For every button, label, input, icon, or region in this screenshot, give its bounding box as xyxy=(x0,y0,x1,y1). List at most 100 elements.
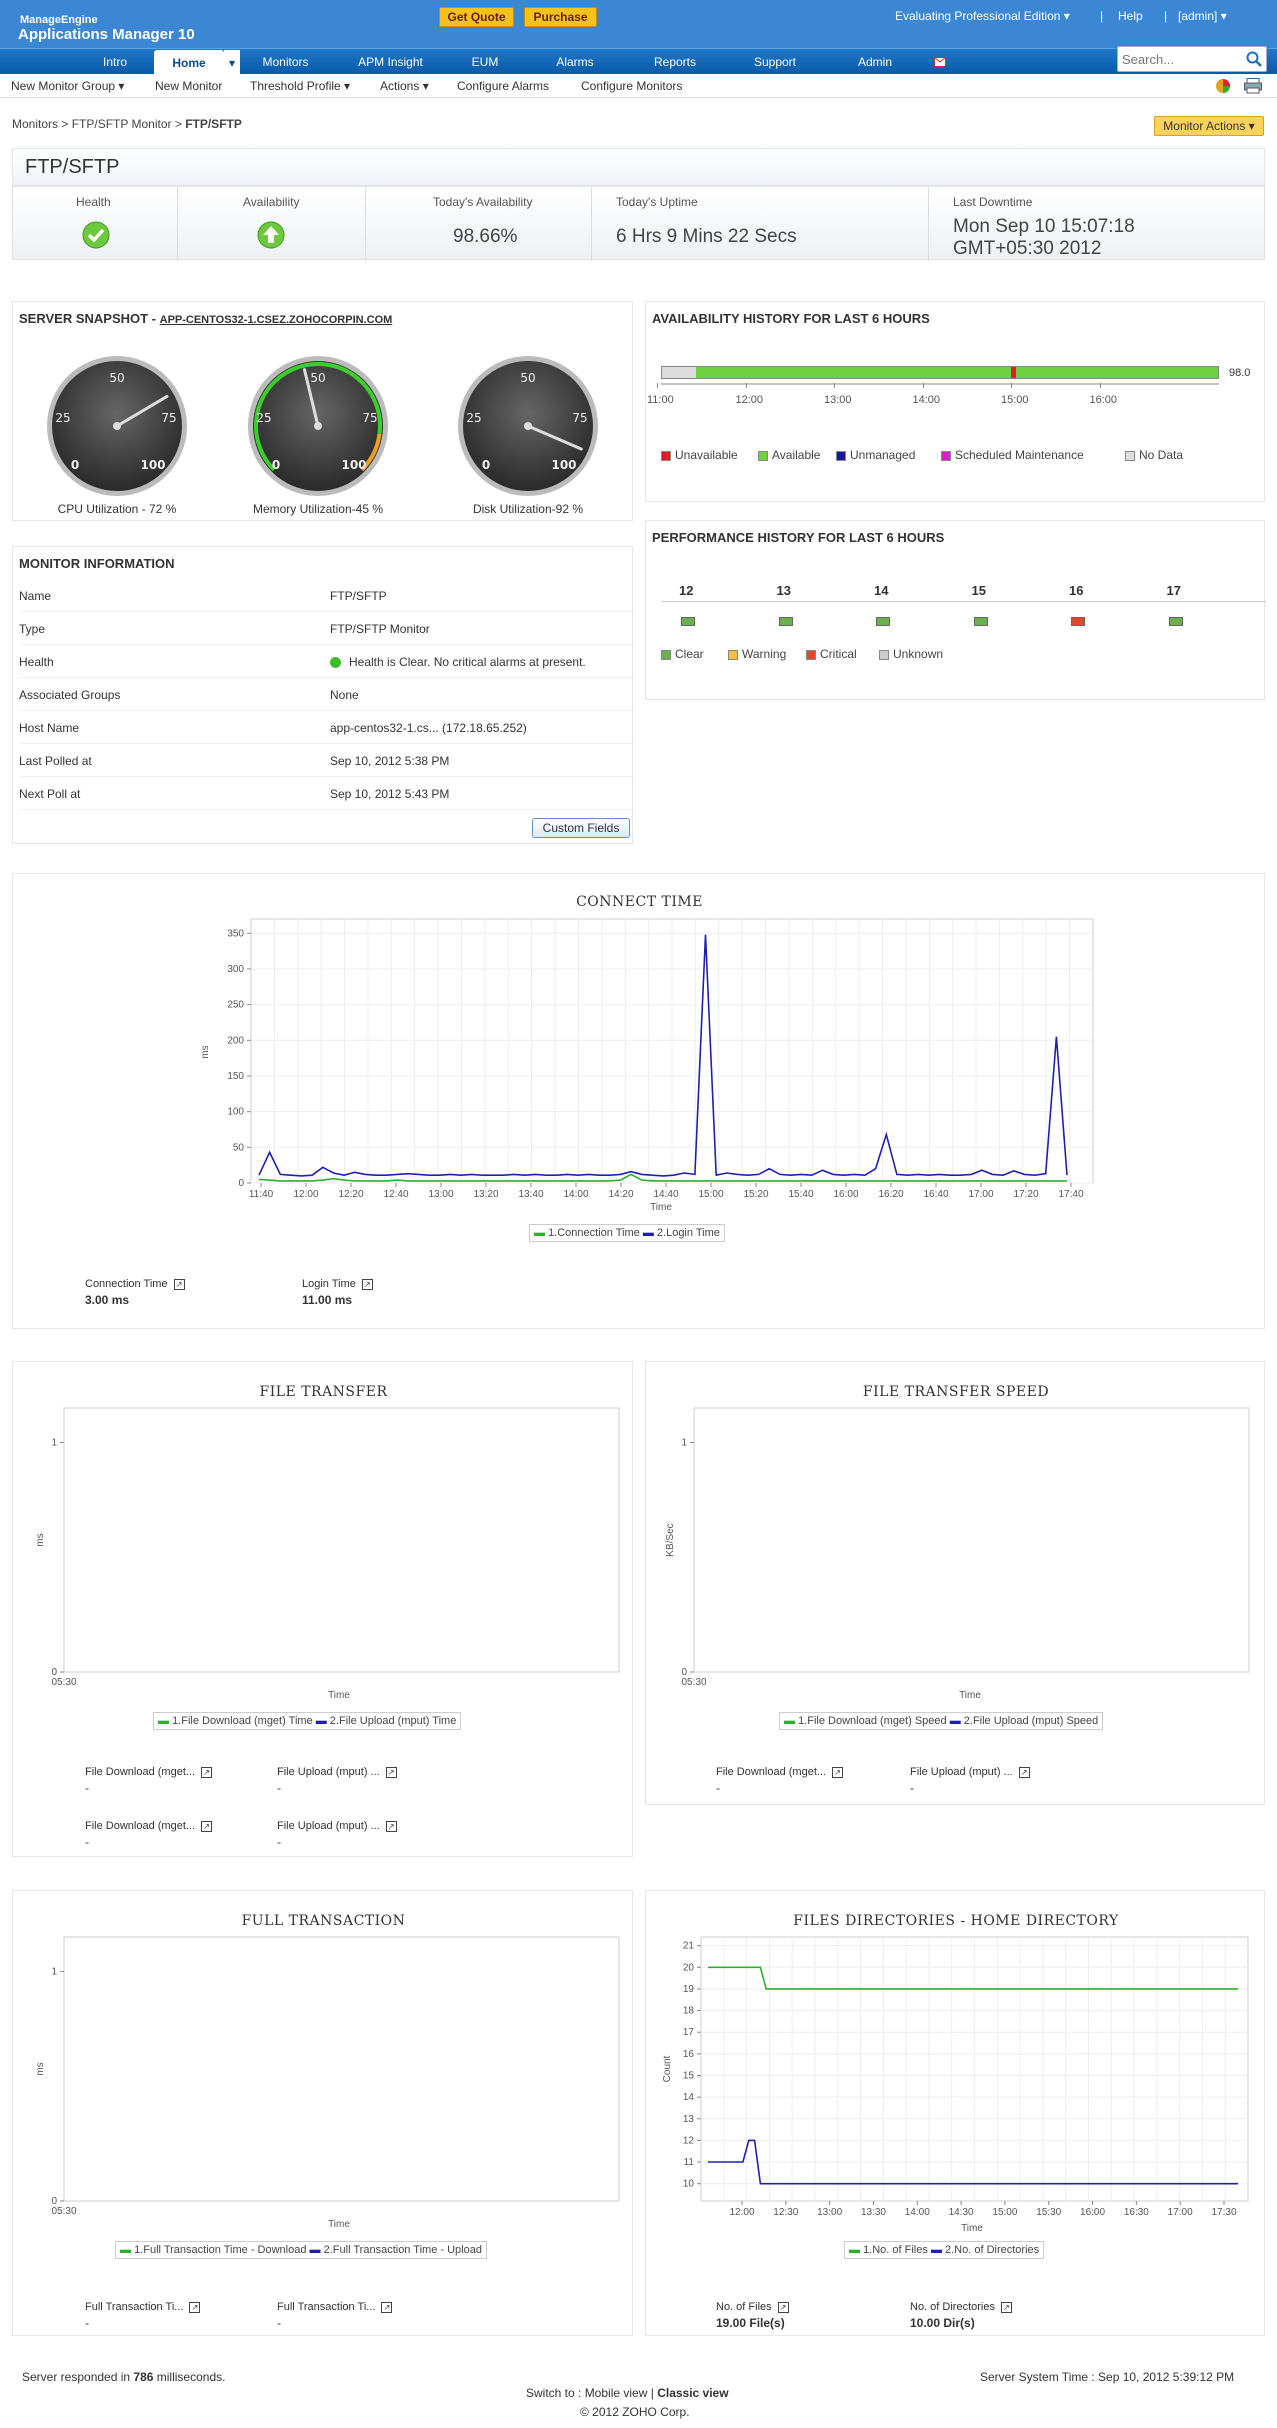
brand-logo[interactable]: Applications Manager 10 xyxy=(18,26,195,43)
connection-time-metric: Connection Time ↗ 3.00 ms xyxy=(85,1278,185,1307)
nav-admin[interactable]: Admin xyxy=(840,49,910,75)
get-quote-button[interactable]: Get Quote xyxy=(439,7,514,27)
y-tick-label: 300 xyxy=(227,964,244,975)
legend-item[interactable]: 2.Login Time xyxy=(657,1227,720,1239)
legend-item[interactable]: 2.File Upload (mput) Speed xyxy=(964,1715,1099,1727)
popup-icon[interactable]: ↗ xyxy=(777,2301,789,2313)
legend-item[interactable]: 2.File Upload (mput) Time xyxy=(330,1715,457,1727)
x-tick-label: 15:20 xyxy=(743,1189,768,1200)
x-tick-label: 14:00 xyxy=(563,1189,588,1200)
breadcrumb-monitors[interactable]: Monitors xyxy=(12,117,58,131)
search-icon[interactable] xyxy=(1246,51,1262,67)
connect-time-chart[interactable]: 0 50 100 150 200 250 300 350 11:40 12:00 12:20 12:4… xyxy=(13,874,1266,1330)
popup-icon[interactable]: ↗ xyxy=(201,1766,213,1778)
user-menu[interactable]: [admin] ▾ xyxy=(1178,9,1227,23)
gauge-tick-label: 100 xyxy=(551,458,576,472)
full-transaction-chart[interactable]: 0105:30Timems xyxy=(13,1891,634,2231)
popup-icon[interactable]: ↗ xyxy=(189,2301,201,2313)
nav-reports[interactable]: Reports xyxy=(635,49,715,75)
legend-item[interactable]: 1.Full Transaction Time - Download xyxy=(134,2244,306,2256)
threshold-profile-menu[interactable]: Threshold Profile ▾ xyxy=(250,79,350,93)
popup-icon[interactable]: ↗ xyxy=(173,1278,185,1290)
monitor-actions-button[interactable]: Monitor Actions ▾ xyxy=(1154,116,1264,136)
nav-eum[interactable]: EUM xyxy=(455,49,515,75)
performance-status-cell[interactable] xyxy=(778,617,793,626)
legend-item[interactable]: 2.Full Transaction Time - Upload xyxy=(324,2244,482,2256)
legend-item[interactable]: 1.No. of Files xyxy=(863,2244,928,2256)
nav-support[interactable]: Support xyxy=(735,49,815,75)
info-row: Type FTP/SFTP Monitor xyxy=(19,612,634,645)
popup-icon[interactable]: ↗ xyxy=(832,1766,844,1778)
help-link[interactable]: Help xyxy=(1118,9,1143,23)
popup-icon[interactable]: ↗ xyxy=(381,2301,393,2313)
legend-item[interactable]: 1.File Download (mget) Speed xyxy=(798,1715,947,1727)
new-monitor-group-menu[interactable]: New Monitor Group ▾ xyxy=(11,79,124,93)
performance-status-cell[interactable] xyxy=(681,617,695,626)
file-download-metric: File Download (mget... ↗ - xyxy=(85,1766,213,1795)
mobile-view-link[interactable]: Mobile view xyxy=(585,2386,648,2400)
page-title-bar: FTP/SFTP xyxy=(12,148,1265,186)
nav-home-dropdown-icon[interactable]: ▾ xyxy=(224,50,240,76)
metric-label: Login Time xyxy=(302,1278,356,1290)
performance-status-cell[interactable] xyxy=(973,617,988,626)
popup-icon[interactable]: ↗ xyxy=(385,1766,397,1778)
legend-item[interactable]: 1.File Download (mget) Time xyxy=(172,1715,313,1727)
legend-line-icon: ▬ xyxy=(120,2244,131,2256)
gauge-dial: 0 25 50 75 100 xyxy=(458,356,598,496)
gauge-tick-label: 0 xyxy=(71,458,79,472)
popup-icon[interactable]: ↗ xyxy=(1000,2301,1012,2313)
file-transfer-chart[interactable]: 0105:30Timems xyxy=(13,1362,634,1702)
actions-menu[interactable]: Actions ▾ xyxy=(380,79,429,93)
uptime-value: 6 Hrs 9 Mins 22 Secs xyxy=(616,226,797,247)
info-row: Associated Groups None xyxy=(19,678,634,711)
popup-icon[interactable]: ↗ xyxy=(385,1820,397,1832)
nav-home[interactable]: Home xyxy=(154,50,224,76)
connect-time-legend: ▬ 1.Connection Time ▬ 2.Login Time xyxy=(529,1224,725,1242)
metric-label: No. of Directories xyxy=(910,2301,995,2313)
legend-swatch xyxy=(728,649,738,660)
files-directories-chart[interactable]: 10 11 12 13 14 15 16 17 18 19 20 21 12:00 12:30 13:00 1… xyxy=(646,1891,1266,2231)
search-box xyxy=(1117,46,1267,72)
x-tick-label: 13:40 xyxy=(518,1189,543,1200)
legend-line-icon: ▬ xyxy=(534,1227,545,1239)
custom-fields-button[interactable]: Custom Fields xyxy=(532,818,630,838)
info-key: Type xyxy=(19,622,46,636)
gauge-label: CPU Utilization - 72 % xyxy=(57,502,177,516)
nav-alarms[interactable]: Alarms xyxy=(540,49,610,75)
y-tick-label: 15 xyxy=(683,2070,695,2081)
popup-icon[interactable]: ↗ xyxy=(1018,1766,1030,1778)
availability-legend-item: Unmanaged xyxy=(836,448,915,462)
nav-monitors[interactable]: Monitors xyxy=(248,49,323,75)
edition-menu[interactable]: Evaluating Professional Edition ▾ xyxy=(895,9,1070,23)
print-icon[interactable] xyxy=(1244,78,1262,94)
y-tick-label: 16 xyxy=(683,2049,695,2060)
availability-time-label: 14:00 xyxy=(912,394,941,406)
sub-nav: New Monitor Group ▾ New Monitor Threshol… xyxy=(0,74,1277,98)
x-tick-label: 14:00 xyxy=(905,2207,930,2218)
breadcrumb-type[interactable]: FTP/SFTP Monitor xyxy=(72,117,172,131)
configure-monitors-link[interactable]: Configure Monitors xyxy=(581,79,682,93)
x-tick-label: 16:40 xyxy=(923,1189,948,1200)
popup-icon[interactable]: ↗ xyxy=(361,1278,373,1290)
nav-intro[interactable]: Intro xyxy=(82,49,148,75)
legend-item[interactable]: 2.No. of Directories xyxy=(945,2244,1039,2256)
popup-icon[interactable]: ↗ xyxy=(201,1820,213,1832)
performance-hour-label: 15 xyxy=(971,583,986,598)
purchase-button[interactable]: Purchase xyxy=(524,7,597,27)
performance-status-cell[interactable] xyxy=(1168,617,1183,626)
search-input[interactable] xyxy=(1122,50,1240,68)
configure-alarms-link[interactable]: Configure Alarms xyxy=(457,79,549,93)
nav-apm-insight[interactable]: APM Insight xyxy=(343,49,438,75)
availability-bar[interactable] xyxy=(661,366,1219,379)
gauge: 0 25 50 75 100 xyxy=(246,354,390,498)
new-monitor-link[interactable]: New Monitor xyxy=(155,79,222,93)
file-transfer-speed-chart[interactable]: 0105:30TimeKB/Sec xyxy=(646,1362,1266,1702)
performance-status-cell[interactable] xyxy=(876,617,890,626)
performance-status-cell[interactable] xyxy=(1071,617,1085,626)
metric-label: Connection Time xyxy=(85,1278,168,1290)
legend-item[interactable]: 1.Connection Time xyxy=(548,1227,640,1239)
snapshot-host-link[interactable]: APP-CENTOS32-1.CSEZ.ZOHOCORPIN.COM xyxy=(160,314,393,326)
mail-icon[interactable] xyxy=(930,49,950,75)
pie-chart-icon[interactable] xyxy=(1214,77,1232,95)
files-directories-panel: FILES DIRECTORIES - HOME DIRECTORY 10 11 1… xyxy=(645,1890,1265,2336)
